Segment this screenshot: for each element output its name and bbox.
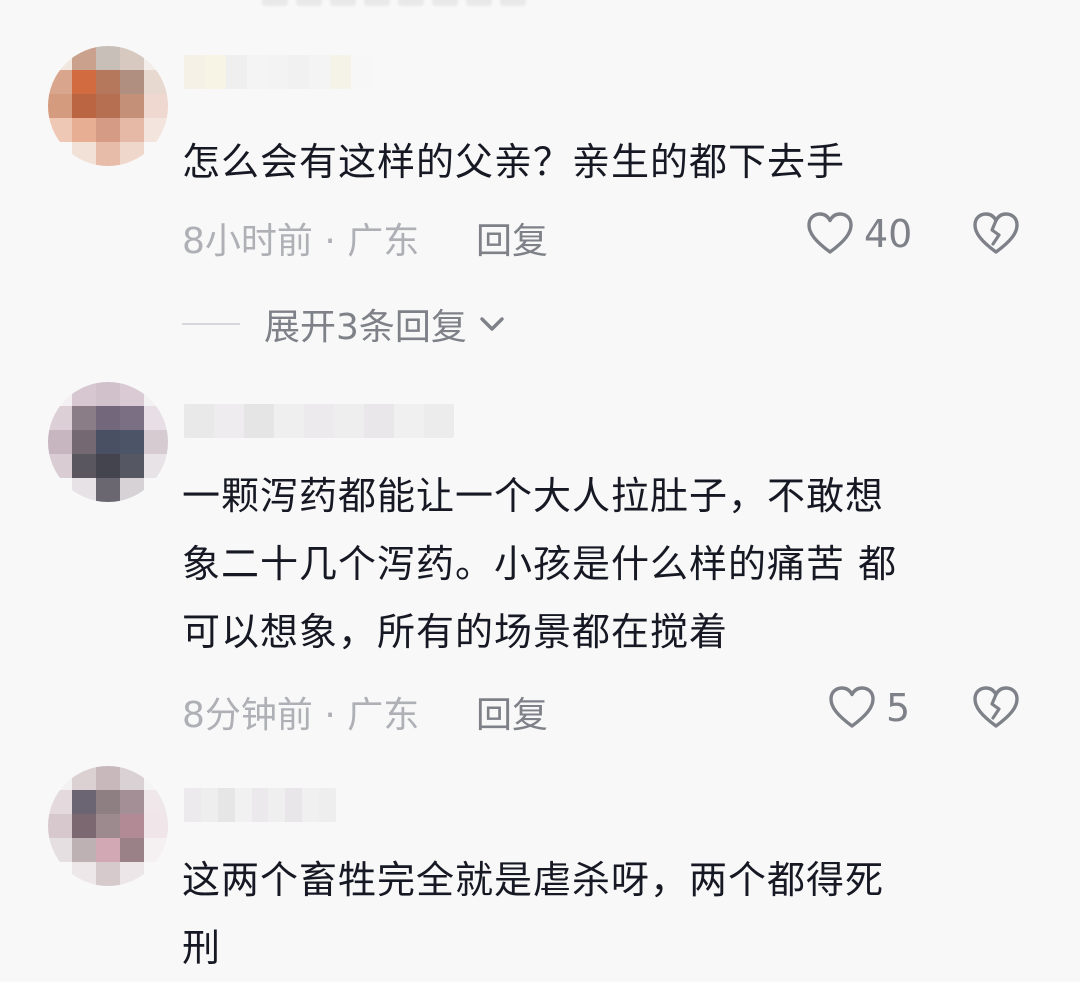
comment-text: 这两个畜牲完全就是虐杀呀，两个都得死 刑	[182, 846, 1022, 982]
heart-outline-icon	[807, 212, 853, 254]
expand-replies-button[interactable]: 展开3条回复	[182, 302, 509, 348]
avatar[interactable]	[48, 766, 168, 886]
comment-meta: 8分钟前 · 广东 回复 5	[182, 686, 1042, 736]
comment-item-2: 一颗泻药都能让一个大人拉肚子，不敢想 象二十几个泻药。小孩是什么样的痛苦 都 可…	[0, 382, 1080, 742]
heart-outline-icon	[829, 686, 875, 728]
reply-button[interactable]: 回复	[476, 212, 548, 264]
like-button[interactable]: 40	[806, 212, 912, 256]
reply-button[interactable]: 回复	[476, 686, 548, 738]
comment-item-1: 怎么会有这样的父亲？亲生的都下去手 8小时前 · 广东 回复 40 展开3条回复	[0, 40, 1080, 360]
username-blurred[interactable]	[184, 55, 372, 89]
comment-time-location: 8小时前 · 广东	[182, 221, 420, 262]
comment-text-line: 刑	[182, 926, 222, 970]
chevron-down-icon	[480, 317, 504, 331]
username-blurred[interactable]	[184, 788, 336, 822]
dislike-button[interactable]	[972, 212, 1020, 256]
comment-text-line: 象二十几个泻药。小孩是什么样的痛苦 都	[182, 542, 898, 586]
comment-text-line: 这两个畜牲完全就是虐杀呀，两个都得死	[182, 858, 885, 902]
comment-item-3: 这两个畜牲完全就是虐杀呀，两个都得死 刑	[0, 766, 1080, 970]
avatar[interactable]	[48, 46, 168, 166]
comment-text-line: 一颗泻药都能让一个大人拉肚子，不敢想	[182, 474, 885, 518]
comment-meta: 8小时前 · 广东 回复 40	[182, 212, 1042, 262]
like-count: 40	[864, 212, 913, 256]
broken-heart-icon	[973, 212, 1019, 254]
comment-text: 一颗泻药都能让一个大人拉肚子，不敢想 象二十几个泻药。小孩是什么样的痛苦 都 可…	[182, 462, 1022, 666]
comment-text-line: 可以想象，所有的场景都在搅着	[182, 610, 729, 654]
broken-heart-icon	[973, 686, 1019, 728]
like-button[interactable]: 5	[828, 686, 910, 730]
like-count: 5	[886, 686, 911, 730]
avatar[interactable]	[48, 382, 168, 502]
expand-replies-label: 展开3条回复	[264, 307, 467, 348]
expand-divider	[182, 323, 240, 325]
username-blurred[interactable]	[184, 404, 454, 438]
dislike-button[interactable]	[972, 686, 1020, 730]
previous-comment-fragment	[262, 0, 526, 12]
comment-text: 怎么会有这样的父亲？亲生的都下去手	[182, 140, 846, 184]
comment-time-location: 8分钟前 · 广东	[182, 695, 420, 736]
